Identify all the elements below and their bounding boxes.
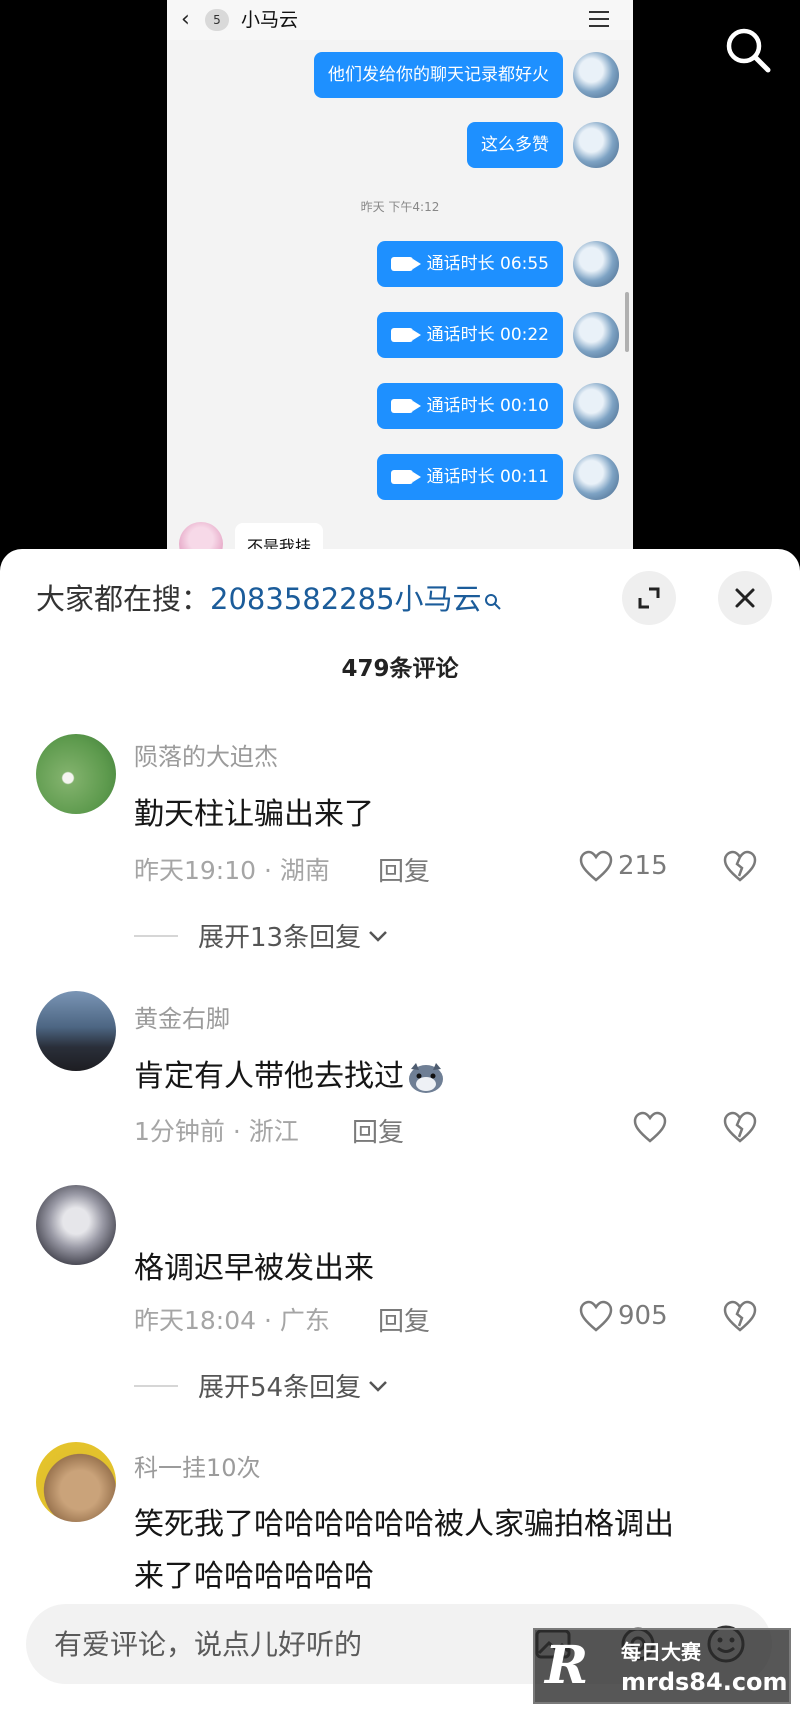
comment-username[interactable]: 陨落的大迫杰 (134, 737, 278, 772)
watermark-title: 每日大赛 (621, 1640, 701, 1664)
comment-text: 笑死我了哈哈哈哈哈哈被人家骗拍格调出 (134, 1507, 674, 1542)
close-button[interactable] (718, 571, 772, 625)
divider (134, 934, 178, 937)
comment-text: 格调迟早被发出来 (134, 1251, 374, 1286)
watermark-mark: R (545, 1635, 589, 1696)
dislike-button[interactable] (722, 849, 758, 887)
message-bubble: 这么多赞 (467, 122, 563, 168)
comment-username[interactable]: 科一挂10次 (134, 1448, 261, 1483)
call-bubble: 通话时长 00:10 (376, 383, 563, 429)
avatar (573, 52, 619, 98)
reply-button[interactable]: 回复 (378, 1301, 430, 1338)
message-row: 这么多赞 (467, 122, 619, 168)
watermark-logo: R 每日大赛 mrds84.com (533, 1628, 791, 1704)
chat-header: ‹ 5 小马云 (167, 0, 633, 40)
call-row: 通话时长 00:22 (376, 312, 619, 358)
call-duration: 通话时长 00:10 (426, 396, 549, 416)
message-bubble: 他们发给你的聊天记录都好火 (314, 52, 563, 98)
chat-screenshot: ‹ 5 小马云 他们发给你的聊天记录都好火 这么多赞 昨天 下午4:12 通话时… (167, 0, 633, 560)
video-call-icon (390, 470, 421, 484)
call-bubble: 通话时长 06:55 (376, 241, 563, 287)
emoji-icon (409, 1062, 443, 1093)
avatar[interactable] (36, 1442, 116, 1522)
screen: ‹ 5 小马云 他们发给你的聊天记录都好火 这么多赞 昨天 下午4:12 通话时… (0, 0, 800, 1712)
avatar (573, 122, 619, 168)
broken-heart-icon (723, 1111, 757, 1143)
video-call-icon (390, 257, 421, 271)
comment-text: 来了哈哈哈哈哈哈 (134, 1559, 374, 1594)
heart-icon (633, 1111, 667, 1143)
avatar[interactable] (36, 991, 116, 1071)
scrollbar (625, 292, 629, 352)
chat-timestamp: 昨天 下午4:12 (360, 200, 440, 214)
expand-button[interactable] (622, 571, 676, 625)
comment-username[interactable]: 黄金右脚 (134, 999, 230, 1034)
comment-sheet: 大家都在搜：2083582285小马云 479条评论 陨落的大迫杰 勤天柱让骗出… (0, 549, 800, 1712)
avatar[interactable] (36, 1185, 116, 1265)
call-duration: 通话时长 00:11 (426, 467, 549, 487)
dislike-button[interactable] (722, 1110, 758, 1148)
broken-heart-icon (723, 850, 757, 882)
comment-input[interactable] (54, 1604, 514, 1684)
comment-meta: 1分钟前 · 浙江 (134, 1117, 299, 1146)
avatar[interactable] (36, 734, 116, 814)
unread-badge: 5 (205, 9, 229, 31)
like-button[interactable] (632, 1110, 672, 1144)
comment-text: 勤天柱让骗出来了 (134, 797, 374, 832)
call-bubble: 通话时长 00:11 (376, 454, 563, 500)
call-duration: 通话时长 00:22 (426, 325, 549, 345)
search-icon[interactable] (720, 22, 776, 78)
comment-meta: 昨天19:10 · 湖南 (134, 856, 330, 885)
menu-icon (589, 11, 609, 27)
trending-search[interactable]: 大家都在搜：2083582285小马云 (36, 579, 502, 619)
contact-name: 小马云 (241, 9, 299, 31)
avatar (573, 383, 619, 429)
avatar (573, 312, 619, 358)
avatar (573, 454, 619, 500)
chevron-down-icon (369, 930, 387, 942)
close-icon (735, 588, 755, 608)
reply-button[interactable]: 回复 (378, 851, 430, 888)
heart-icon (579, 1300, 613, 1332)
call-bubble: 通话时长 00:22 (376, 312, 563, 358)
reply-button[interactable]: 回复 (352, 1112, 404, 1149)
expand-replies-label: 展开54条回复 (198, 1373, 362, 1403)
heart-icon (579, 850, 613, 882)
expand-replies-label: 展开13条回复 (198, 923, 362, 953)
comment-count: 479条评论 (341, 656, 459, 682)
divider (134, 1384, 178, 1387)
call-duration: 通话时长 06:55 (426, 254, 549, 274)
dislike-button[interactable] (722, 1299, 758, 1337)
comment-text-content: 肯定有人带他去找过 (134, 1059, 404, 1094)
expand-replies[interactable]: 展开13条回复 (134, 917, 389, 954)
video-call-icon (390, 399, 421, 413)
watermark-url: mrds84.com (621, 1668, 788, 1696)
avatar (573, 241, 619, 287)
broken-heart-icon (723, 1300, 757, 1332)
like-button[interactable]: 905 (578, 1299, 668, 1333)
expand-replies[interactable]: 展开54条回复 (134, 1367, 389, 1404)
call-row: 通话时长 00:11 (376, 454, 619, 500)
search-icon (484, 581, 502, 610)
like-count: 215 (618, 851, 668, 881)
chevron-down-icon (369, 1380, 387, 1392)
trending-prefix: 大家都在搜： (36, 582, 211, 616)
like-button[interactable]: 215 (578, 849, 668, 883)
comment-meta: 昨天18:04 · 广东 (134, 1306, 330, 1335)
call-row: 通话时长 00:10 (376, 383, 619, 429)
expand-icon (638, 587, 660, 609)
message-row: 他们发给你的聊天记录都好火 (314, 52, 619, 98)
trending-keyword[interactable]: 2083582285小马云 (210, 582, 482, 616)
video-call-icon (390, 328, 421, 342)
like-count: 905 (618, 1301, 668, 1331)
comment-text: 肯定有人带他去找过 (134, 1051, 446, 1095)
back-icon: ‹ (181, 7, 190, 32)
call-row: 通话时长 06:55 (376, 241, 619, 287)
